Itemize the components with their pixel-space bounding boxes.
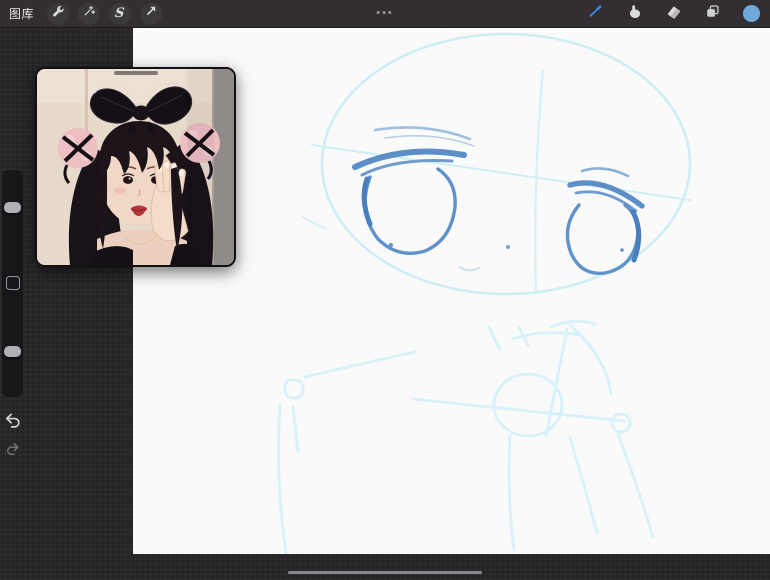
color-button[interactable] [740, 3, 762, 25]
transform-arrow-icon [144, 4, 158, 23]
adjustments-wand-icon [82, 4, 96, 23]
actions-button[interactable] [47, 3, 69, 25]
selection-button[interactable]: S [109, 3, 131, 25]
layers-button[interactable] [701, 3, 723, 25]
gallery-button[interactable]: 图库 [9, 5, 34, 22]
color-swatch [742, 4, 761, 23]
top-toolbar: 图库 S [0, 0, 770, 28]
redo-button[interactable] [5, 440, 21, 456]
toolbar-right-group [584, 0, 762, 27]
adjustments-button[interactable] [78, 3, 100, 25]
redo-icon [5, 440, 21, 456]
modify-square-button[interactable] [6, 276, 20, 290]
toolbar-left-group: 图库 S [9, 3, 162, 25]
selection-icon: S [115, 7, 126, 20]
eraser-icon [665, 3, 682, 25]
eraser-button[interactable] [662, 3, 684, 25]
brush-size-handle[interactable] [4, 202, 21, 213]
brush-icon [586, 2, 604, 25]
wrench-icon [51, 4, 65, 23]
reference-window[interactable] [35, 67, 236, 267]
undo-icon [3, 410, 22, 429]
canvas-options-dots[interactable]: ••• [376, 0, 394, 27]
layers-icon [704, 3, 721, 25]
transform-button[interactable] [140, 3, 162, 25]
reference-drag-handle[interactable] [114, 71, 158, 75]
reference-photo [37, 69, 234, 265]
opacity-handle[interactable] [4, 346, 21, 357]
undo-button[interactable] [3, 410, 22, 429]
procreate-app: 图库 S [0, 0, 770, 580]
smudge-finger-icon [626, 3, 643, 25]
home-indicator[interactable] [288, 571, 482, 574]
smudge-button[interactable] [623, 3, 645, 25]
brush-button[interactable] [584, 3, 606, 25]
